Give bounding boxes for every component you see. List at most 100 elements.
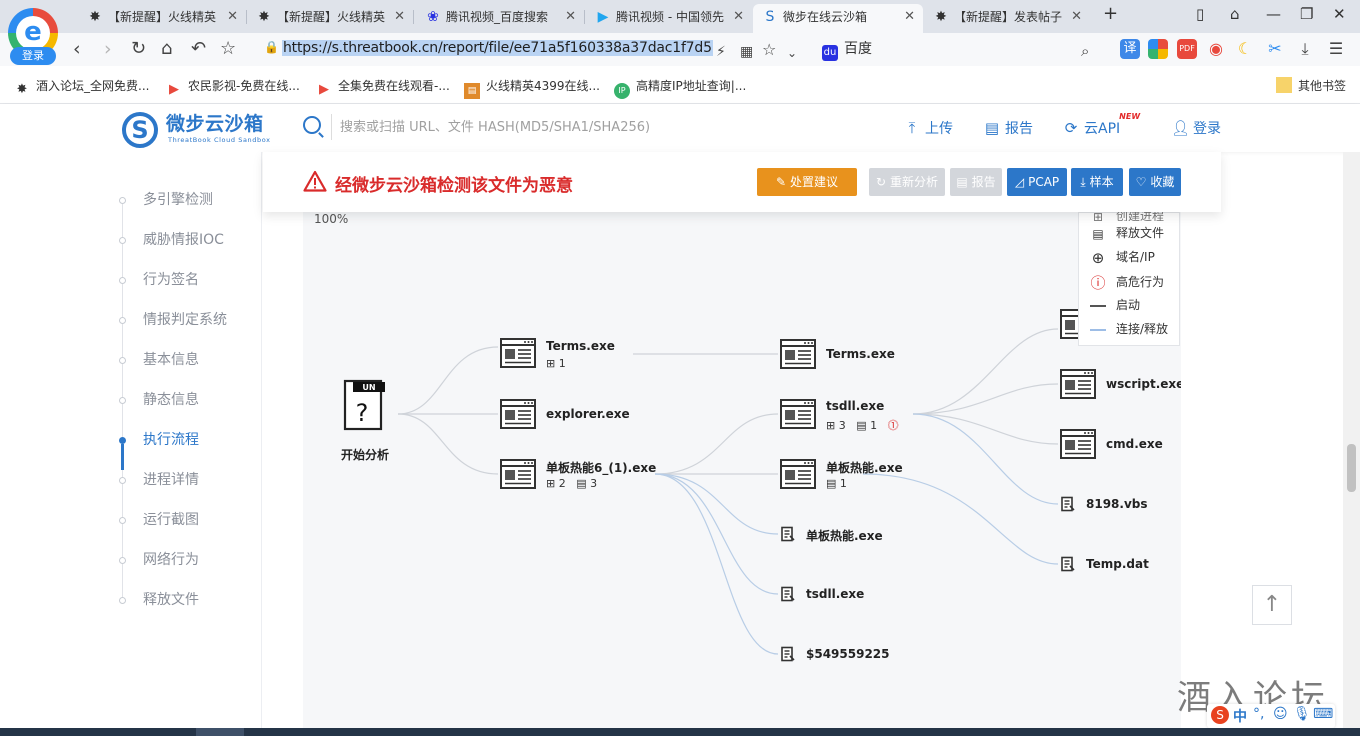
sidebar-item[interactable]: 基本信息 [143, 349, 199, 369]
close-icon[interactable]: ✕ [565, 4, 576, 30]
advice-button[interactable]: ✎ 处置建议 [757, 168, 857, 196]
node-label[interactable]: $549559225 [806, 647, 890, 661]
emoji-icon[interactable]: ☺ [1273, 706, 1288, 722]
api-link[interactable]: ⟳ 云API NEW [1062, 112, 1140, 138]
microphone-icon[interactable]: 🎙︎ [1293, 706, 1311, 722]
bookmark-item[interactable]: ▶ 全集免费在线观看-... [316, 77, 450, 98]
sidebar-item[interactable]: 情报判定系统 [143, 309, 227, 329]
process-window-icon[interactable] [1060, 369, 1096, 399]
url-field[interactable]: 🔒 https://s.threatbook.cn/report/file/ee… [252, 37, 812, 62]
browser-tab-1[interactable]: ✸ 【新提醒】火线精英 ✕ [78, 4, 246, 33]
pdf-icon[interactable]: PDF [1177, 39, 1197, 59]
report-button[interactable]: ▤ 报告 [950, 168, 1002, 196]
sidebar-item[interactable]: 多引擎检测 [143, 189, 213, 209]
released-file-icon[interactable] [780, 526, 796, 542]
site-search-input[interactable] [340, 116, 740, 138]
bookmark-folder[interactable]: 其他书签 [1276, 77, 1346, 94]
sidebar-item[interactable]: 网络行为 [143, 549, 199, 569]
close-icon[interactable]: ✕ [904, 4, 915, 30]
released-file-icon[interactable] [780, 586, 796, 602]
browser-login-button[interactable]: 登录 [10, 47, 56, 65]
browser-tab-2[interactable]: ✸ 【新提醒】火线精英 ✕ [247, 4, 413, 33]
close-icon[interactable]: ✕ [733, 4, 744, 30]
process-window-icon[interactable] [780, 459, 816, 489]
process-window-icon[interactable] [780, 399, 816, 429]
favorite-star-icon[interactable]: ☆ [220, 38, 236, 60]
sample-button[interactable]: ⤓ 样本 [1071, 168, 1123, 196]
node-label[interactable]: 单板热能.exe [806, 527, 883, 544]
sidebar-item[interactable]: 威胁情报IOC [143, 229, 224, 249]
qr-code-icon[interactable]: ▦ [740, 41, 753, 63]
node-label[interactable]: Temp.dat [1086, 557, 1149, 571]
bookmark-star-icon[interactable]: ☆ [762, 39, 776, 61]
menu-icon[interactable]: ☰ [1326, 39, 1346, 59]
node-label[interactable]: tsdll.exe [806, 587, 864, 601]
maximize-button[interactable]: ❐ [1300, 5, 1313, 23]
node-label[interactable]: wscript.exe [1106, 377, 1181, 391]
process-window-icon[interactable] [500, 399, 536, 429]
sidebar-item[interactable]: 运行截图 [143, 509, 199, 529]
node-label[interactable]: cmd.exe [1106, 437, 1163, 451]
back-to-top-button[interactable]: ↑ [1252, 585, 1292, 625]
process-window-icon[interactable] [500, 459, 536, 489]
browser-tab-6[interactable]: ✸ 【新提醒】发表帖子 ✕ [924, 4, 1090, 33]
browser-tab-4[interactable]: ▶ 腾讯视频 - 中国领先 ✕ [586, 4, 752, 33]
forward-arrow-icon[interactable]: › [104, 38, 112, 60]
download-icon[interactable]: ⤓ [1295, 39, 1315, 59]
bookmark-item[interactable]: ▶ 农民影视-免费在线... [166, 77, 300, 98]
window-close-button[interactable]: ✕ [1333, 5, 1346, 23]
new-tab-button[interactable]: + [1103, 3, 1118, 24]
page-scrollbar[interactable] [1343, 152, 1360, 728]
skin-icon[interactable]: ⌂ [1230, 5, 1240, 23]
search-engine-box[interactable]: du 百度 [822, 38, 872, 61]
sidebar-toggle-icon[interactable]: ▯ [1196, 5, 1204, 23]
translate-icon[interactable]: 译 [1120, 39, 1140, 59]
punctuation-icon[interactable]: °, [1253, 706, 1264, 722]
minimize-button[interactable]: — [1266, 5, 1281, 23]
threatbook-logo[interactable]: 微步云沙箱 ThreatBook Cloud Sandbox [122, 110, 282, 148]
browser-tab-5-active[interactable]: S 微步在线云沙箱 ✕ [753, 4, 923, 33]
process-window-icon[interactable] [500, 338, 536, 368]
node-label[interactable]: tsdll.exe [826, 399, 884, 413]
bookmark-item[interactable]: IP 高精度IP地址查询|... [614, 77, 746, 99]
close-icon[interactable]: ✕ [394, 4, 405, 30]
reload-icon[interactable]: ↻ [131, 38, 146, 60]
reanalyze-button[interactable]: ↻ 重新分析 [869, 168, 945, 196]
unknown-file-icon[interactable]: UN ? [343, 379, 387, 433]
moon-icon[interactable]: ☾ [1235, 39, 1255, 59]
close-icon[interactable]: ✕ [227, 4, 238, 30]
bookmark-item[interactable]: ▤ 火线精英4399在线... [464, 77, 600, 99]
execution-flow-graph[interactable]: UN ? 开始分析 Terms.exe ⊞ 1 explorer.exe 单板热… [303, 195, 1181, 736]
favorite-button[interactable]: ♡ 收藏 [1129, 168, 1181, 196]
browser-tab-3[interactable]: ❀ 腾讯视频_百度搜索 ✕ [416, 4, 584, 33]
url-text[interactable]: https://s.threatbook.cn/report/file/ee71… [282, 40, 713, 56]
pcap-button[interactable]: ◿ PCAP [1007, 168, 1067, 196]
report-link[interactable]: ▤ 报告 [983, 118, 1033, 138]
close-icon[interactable]: ✕ [1071, 4, 1082, 30]
node-label[interactable]: 单板热能6_(1).exe [546, 459, 656, 476]
taskbar-active-item[interactable] [196, 728, 244, 736]
home-icon[interactable]: ⌂ [161, 38, 172, 60]
sidebar-item[interactable]: 静态信息 [143, 389, 199, 409]
sidebar-item[interactable]: 行为签名 [143, 269, 199, 289]
chevron-down-icon[interactable]: ⌄ [787, 42, 797, 64]
sidebar-item[interactable]: 释放文件 [143, 589, 199, 609]
keyboard-icon[interactable]: ⌨ [1313, 706, 1333, 722]
weibo-icon[interactable]: ◉ [1206, 39, 1226, 59]
undo-icon[interactable]: ↶ [191, 38, 206, 60]
lightning-icon[interactable]: ⚡ [716, 41, 726, 63]
sidebar-item[interactable]: 执行流程 [143, 429, 199, 449]
login-link[interactable]: 👤︎ 登录 [1171, 118, 1221, 138]
back-arrow-icon[interactable]: ‹ [73, 38, 81, 60]
released-file-icon[interactable] [1060, 496, 1076, 512]
apps-grid-icon[interactable] [1148, 39, 1168, 59]
upload-link[interactable]: ⤒ 上传 [903, 118, 953, 138]
sidebar-item[interactable]: 进程详情 [143, 469, 199, 489]
released-file-icon[interactable] [1060, 556, 1076, 572]
node-label[interactable]: Terms.exe [826, 347, 895, 361]
search-icon[interactable] [303, 116, 321, 134]
node-label[interactable]: explorer.exe [546, 407, 630, 421]
process-window-icon[interactable] [780, 339, 816, 369]
scissors-icon[interactable]: ✂ [1265, 39, 1285, 59]
node-label[interactable]: 单板热能.exe [826, 459, 903, 476]
